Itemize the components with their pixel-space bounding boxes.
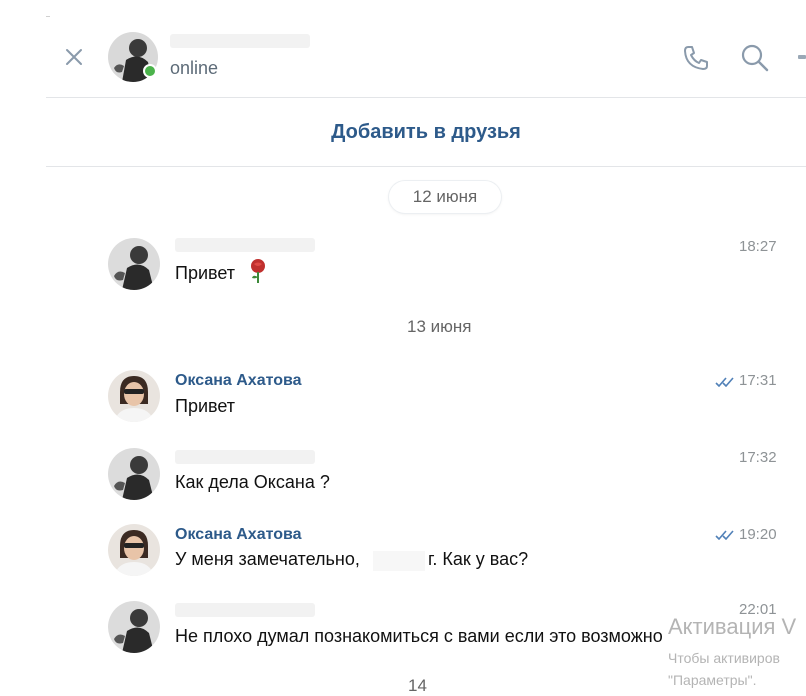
redacted-sender-name [175,603,315,617]
message-time: 17:31 [739,372,777,389]
phone-icon[interactable] [681,43,711,73]
message-text: Привет [175,396,236,416]
top-edge-mark [46,16,50,17]
activation-watermark-text: "Параметры". [668,672,757,688]
search-icon[interactable] [739,42,771,74]
more-icon[interactable] [798,55,806,59]
date-separator: 13 июня [407,317,472,336]
close-icon[interactable] [64,47,84,67]
redacted-sender-name [175,450,315,464]
avatar[interactable] [108,601,160,653]
activation-watermark-title: Активация V [668,614,797,639]
date-separator: 12 июня [389,181,501,213]
online-indicator [143,64,157,78]
avatar[interactable] [108,448,160,500]
redacted-sender-name [175,238,315,252]
message-time: 18:27 [739,238,777,255]
activation-watermark-text: Чтобы активиров [668,650,780,666]
message-text: г. Как у вас? [428,549,529,569]
rose-icon [251,259,265,283]
avatar[interactable] [108,238,160,290]
add-friend-button[interactable]: Добавить в друзья [46,98,806,166]
sender-name[interactable]: Оксана Ахатова [175,372,302,390]
date-separator: 14 [408,676,427,695]
contact-status: online [170,58,219,78]
message-text: Как дела Оксана ? [175,472,330,492]
avatar[interactable] [108,524,160,576]
read-icon [715,377,734,387]
read-icon [715,530,734,540]
sender-name[interactable]: Оксана Ахатова [175,526,302,544]
message-time: 19:20 [739,526,777,543]
add-friend-divider [46,166,806,167]
message-text: У меня замечательно, [175,549,360,569]
redacted-text [373,551,425,571]
message-time: 17:32 [739,449,777,466]
message-text: Привет [175,263,236,283]
avatar[interactable] [108,370,160,422]
redacted-contact-name [170,34,310,48]
message-text: Не плохо думал познакомиться с вами если… [175,626,663,646]
